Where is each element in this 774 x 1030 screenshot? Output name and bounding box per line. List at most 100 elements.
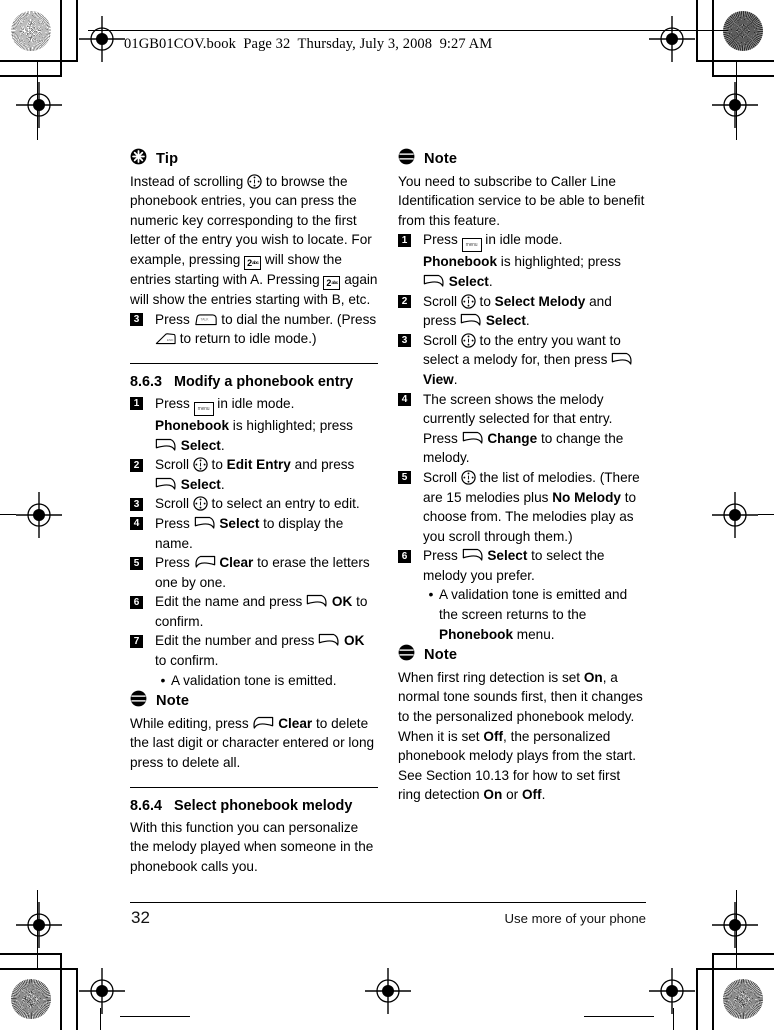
step-text-part: to return to idle mode.) bbox=[176, 331, 317, 347]
section-divider bbox=[130, 786, 378, 789]
step-text-part: is highlighted; press bbox=[497, 254, 621, 270]
step-text: Scroll to the entry you want to select a… bbox=[423, 331, 646, 390]
step-text-part: to bbox=[207, 457, 227, 473]
section-number: 8.6.4 bbox=[130, 798, 163, 815]
trim-line bbox=[696, 60, 774, 62]
section-divider bbox=[130, 362, 378, 365]
file-header-text: 01GB01COV.book Page 32 Thursday, July 3,… bbox=[124, 36, 493, 52]
end-key-icon: END bbox=[155, 331, 176, 345]
setting-value-off: Off bbox=[521, 787, 542, 803]
scroll-key-icon bbox=[193, 496, 208, 511]
step-text-part: . bbox=[525, 313, 530, 329]
trim-line bbox=[712, 953, 714, 1030]
left-softkey-icon bbox=[194, 516, 216, 530]
softkey-label-select: Select bbox=[448, 273, 489, 289]
step-text-part: Edit the number and press bbox=[155, 633, 319, 649]
trim-line bbox=[0, 953, 62, 955]
step-text: Press menu in idle mode. Phonebook is hig… bbox=[155, 394, 378, 455]
section-864-bullets: • A validation tone is emitted and the s… bbox=[423, 585, 646, 644]
list-item: • A validation tone is emitted. bbox=[155, 671, 378, 691]
list-item: 1 Press menu in idle mode. Phonebook is h… bbox=[130, 394, 378, 455]
step-text-part: to dial the number. (Press bbox=[217, 311, 377, 327]
step-number: 6 bbox=[130, 595, 143, 609]
trim-line bbox=[0, 75, 62, 77]
step-text-part: Press bbox=[423, 548, 462, 564]
section-title: Modify a phonebook entry bbox=[174, 374, 354, 391]
step-text-part: is highlighted; press bbox=[229, 417, 353, 433]
bullet-text-part: menu. bbox=[513, 626, 555, 642]
step-text-part: . bbox=[453, 371, 458, 387]
softkey-label-select: Select bbox=[180, 437, 221, 453]
menu-item-phonebook: Phonebook bbox=[155, 417, 230, 433]
trim-line bbox=[712, 75, 774, 77]
menu-item-phonebook: Phonebook bbox=[439, 626, 514, 642]
step-text-part: to bbox=[475, 293, 495, 309]
note-text-part: While editing, press bbox=[130, 715, 253, 731]
tip-paragraph: Instead of scrolling to browse the phone… bbox=[130, 172, 378, 310]
section-number: 8.6.3 bbox=[130, 374, 163, 391]
step-text: Press menu in idle mode. Phonebook is hig… bbox=[423, 230, 646, 291]
softkey-label-clear: Clear bbox=[219, 555, 254, 571]
step-number: 7 bbox=[130, 634, 143, 648]
note-label: Note bbox=[156, 692, 190, 709]
trim-line bbox=[60, 0, 62, 77]
tip-label: Tip bbox=[156, 150, 179, 167]
registration-crosshair-icon bbox=[79, 16, 125, 62]
trim-line bbox=[120, 1015, 190, 1017]
trim-line bbox=[735, 60, 737, 140]
key-2-sub: abc bbox=[331, 279, 338, 285]
color-rosette-icon bbox=[11, 11, 51, 51]
tip-step-list: 3 Press TALK to dial the number. (Press … bbox=[130, 310, 378, 349]
trim-line bbox=[584, 1015, 654, 1017]
registration-crosshair-icon bbox=[16, 492, 62, 538]
step-text-part: Edit the name and press bbox=[155, 594, 307, 610]
section-863-steps: 1 Press menu in idle mode. Phonebook is h… bbox=[130, 394, 378, 671]
step-text-part: . bbox=[220, 437, 225, 453]
registration-crosshair-icon bbox=[712, 902, 758, 948]
trim-line bbox=[712, 0, 714, 77]
left-softkey-icon bbox=[462, 431, 484, 445]
print-marks-layer bbox=[0, 0, 774, 1030]
step-text-part: to select an entry to edit. bbox=[207, 496, 360, 512]
scroll-key-icon bbox=[247, 173, 262, 189]
note-admonition-header: Note bbox=[130, 690, 378, 713]
menu-item-edit-entry: Edit Entry bbox=[226, 457, 291, 473]
step-number: 5 bbox=[130, 556, 143, 570]
scroll-key-icon bbox=[461, 293, 476, 309]
trim-line bbox=[0, 60, 78, 62]
list-item: 3 Scroll to the entry you want to select… bbox=[398, 331, 646, 390]
step-text-part: Scroll bbox=[423, 332, 461, 348]
svg-text:END: END bbox=[167, 338, 174, 342]
step-text: Scroll to select an entry to edit. bbox=[155, 494, 378, 514]
step-text-part: Scroll bbox=[423, 469, 461, 485]
registration-crosshair-icon bbox=[16, 82, 62, 128]
trim-line bbox=[672, 1008, 674, 1030]
step-text-part: Press bbox=[155, 395, 194, 411]
registration-crosshair-icon bbox=[649, 16, 695, 62]
left-softkey-icon bbox=[318, 633, 340, 647]
left-softkey-icon bbox=[306, 594, 328, 608]
right-softkey-icon bbox=[252, 716, 274, 730]
setting-value-on: On bbox=[483, 787, 503, 803]
section-864-steps: 1 Press menu in idle mode. Phonebook is h… bbox=[398, 230, 646, 585]
step-number: 2 bbox=[130, 458, 143, 472]
note-label: Note bbox=[424, 646, 458, 663]
step-text-part: . bbox=[220, 476, 225, 492]
left-softkey-icon bbox=[611, 352, 633, 366]
trim-line bbox=[696, 968, 774, 970]
step-text: Press Clear to erase the letters one by … bbox=[155, 553, 378, 592]
trim-line bbox=[37, 890, 39, 970]
trim-line bbox=[60, 953, 62, 1030]
note-lines-icon bbox=[398, 644, 415, 667]
softkey-label-view: View bbox=[423, 371, 454, 387]
setting-value-on: On bbox=[583, 669, 603, 685]
trim-line bbox=[758, 514, 774, 516]
svg-text:TALK: TALK bbox=[200, 317, 209, 321]
scroll-key-icon bbox=[193, 457, 208, 472]
registration-crosshair-icon bbox=[649, 968, 695, 1014]
step-text-part: Press bbox=[155, 555, 194, 571]
step-number: 4 bbox=[398, 393, 411, 407]
step-text-part: to confirm. bbox=[155, 653, 219, 669]
registration-crosshair-icon bbox=[712, 492, 758, 538]
note-ring-body: When first ring detection is set On, a n… bbox=[398, 668, 646, 805]
